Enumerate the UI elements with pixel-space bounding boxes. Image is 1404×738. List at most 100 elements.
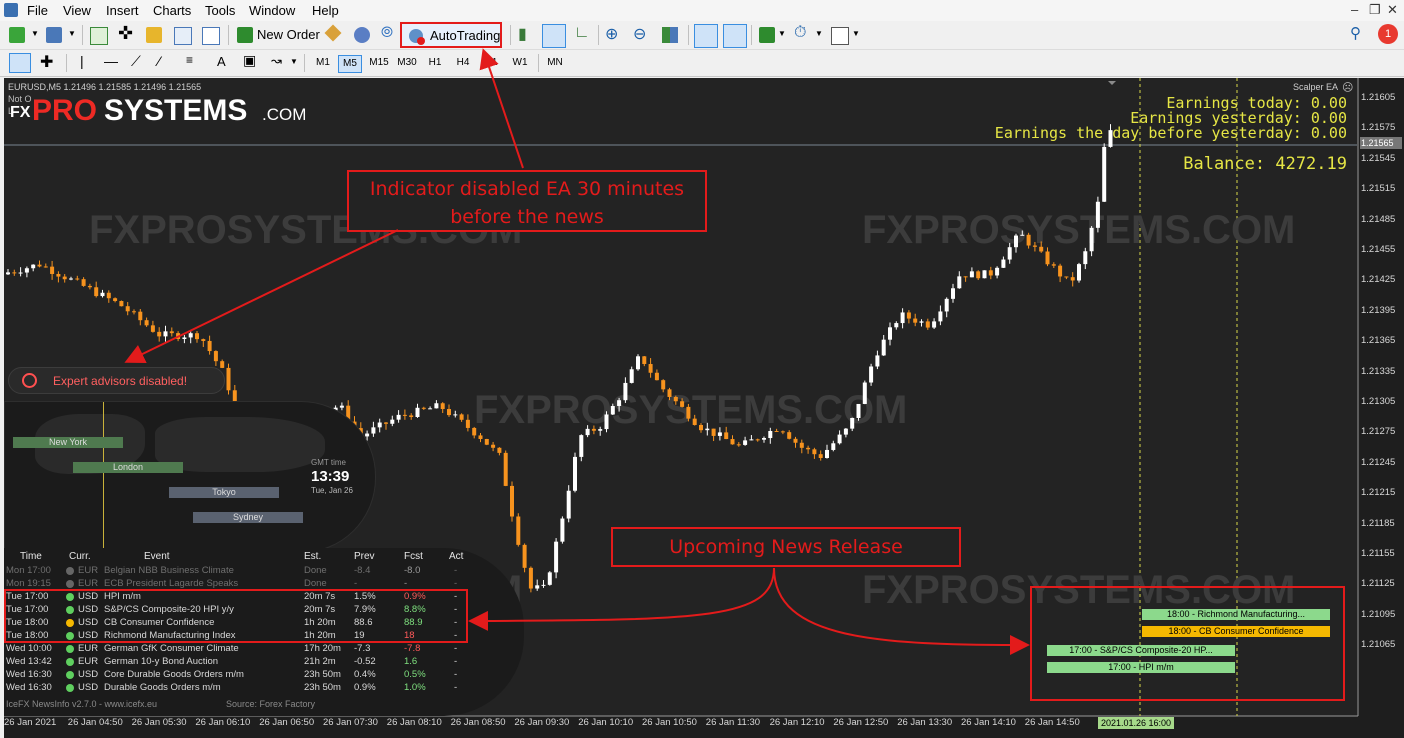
news-cell-fcst: 1.0%: [404, 682, 426, 693]
templates-dropdown-icon[interactable]: ▼: [852, 29, 860, 38]
indicators-dropdown-icon[interactable]: ▼: [778, 29, 786, 38]
trendline-icon[interactable]: ⟋: [131, 53, 141, 70]
strategy-tester-icon[interactable]: [202, 27, 220, 45]
horizontal-line-icon[interactable]: —: [104, 53, 118, 69]
line-chart-icon[interactable]: ∟: [574, 24, 590, 42]
market-watch-icon[interactable]: [90, 27, 108, 45]
tf-mn[interactable]: MN: [543, 55, 567, 71]
tf-m30[interactable]: M30: [394, 55, 420, 71]
tf-h4[interactable]: H4: [452, 55, 474, 71]
tf-w1[interactable]: W1: [509, 55, 531, 71]
time-tick: 26 Jan 08:10: [386, 717, 442, 728]
candle-bear: [654, 372, 659, 381]
profiles-dropdown-icon[interactable]: ▼: [68, 29, 76, 38]
close-icon[interactable]: ✕: [1387, 2, 1398, 18]
news-cell-fcst: -8.0: [404, 565, 421, 576]
chart-window[interactable]: FXPROSYSTEMS.COM FXPROSYSTEMS.COM FXPROSYS…: [4, 78, 1404, 738]
news-row[interactable]: Wed 13:42 EUR German 10-y Bond Auction 21h …: [4, 656, 474, 669]
vertical-line-icon[interactable]: |: [80, 53, 84, 69]
menu-insert[interactable]: Insert: [106, 3, 139, 18]
candle-bull: [856, 403, 861, 419]
new-order-icon[interactable]: [237, 27, 253, 43]
news-row[interactable]: Wed 16:30 USD Core Durable Goods Orders m/…: [4, 669, 474, 682]
candle-bull: [944, 298, 949, 312]
arrows-icon[interactable]: ↝: [271, 53, 282, 69]
crosshair-nav-icon[interactable]: ✜: [118, 23, 133, 44]
metaeditor-icon[interactable]: [324, 24, 342, 42]
indicators-icon[interactable]: [759, 27, 775, 43]
tile-windows-icon[interactable]: [662, 27, 678, 43]
highlighted-news-rows: [4, 589, 468, 643]
tf-d1[interactable]: D1: [480, 55, 502, 71]
broadcast-icon[interactable]: ⦾: [381, 24, 393, 41]
candlestick-chart-icon[interactable]: [542, 24, 566, 48]
text-label-icon[interactable]: ▣: [243, 52, 256, 69]
menu-tools[interactable]: Tools: [205, 3, 235, 18]
candle-bear: [169, 331, 174, 334]
arrows-dropdown-icon[interactable]: ▼: [290, 57, 298, 66]
news-bar-hpi: 17:00 - HPI m/m: [1047, 662, 1235, 673]
autoscroll-icon[interactable]: [694, 24, 718, 48]
tf-h1[interactable]: H1: [424, 55, 446, 71]
text-icon[interactable]: A: [217, 54, 226, 69]
menu-file[interactable]: File: [27, 3, 48, 18]
candle-bear: [176, 333, 181, 339]
candle-bull: [18, 272, 23, 274]
news-cell-event: ECB President Lagarde Speaks: [104, 578, 239, 589]
minimize-icon[interactable]: –: [1351, 2, 1358, 17]
tf-m1[interactable]: M1: [312, 55, 334, 71]
zoom-in-icon[interactable]: ⊕: [605, 24, 618, 44]
zoom-out-icon[interactable]: ⊖: [633, 24, 646, 44]
news-row[interactable]: Wed 16:30 USD Durable Goods Orders m/m 23h …: [4, 682, 474, 695]
candle-bull: [365, 433, 370, 437]
price-tick: 1.21335: [1361, 365, 1396, 377]
candle-bear: [37, 264, 42, 267]
tf-m15[interactable]: M15: [366, 55, 392, 71]
menu-charts[interactable]: Charts: [153, 3, 191, 18]
news-row[interactable]: Mon 17:00 EUR Belgian NBB Business Climate…: [4, 565, 474, 578]
autotrading-button[interactable]: AutoTrading: [400, 22, 502, 48]
new-chart-dropdown-icon[interactable]: ▼: [31, 29, 39, 38]
sessions-map-panel: New York London Tokyo Sydney GMT time 13…: [4, 401, 376, 553]
bar-chart-icon[interactable]: ▮: [518, 24, 527, 44]
news-cell-event: German 10-y Bond Auction: [104, 656, 219, 667]
price-tick: 1.21545: [1361, 152, 1396, 164]
periods-dropdown-icon[interactable]: ▼: [815, 29, 823, 38]
candle-bear: [528, 567, 533, 589]
chart-shift-icon[interactable]: [723, 24, 747, 48]
menu-view[interactable]: View: [63, 3, 91, 18]
news-cell-event: German GfK Consumer Climate: [104, 643, 239, 654]
crosshair-icon[interactable]: ✚: [40, 52, 53, 72]
new-chart-icon[interactable]: [9, 27, 25, 43]
favorites-icon[interactable]: [146, 27, 162, 43]
tf-m5[interactable]: M5: [338, 55, 362, 73]
candle-bull: [182, 337, 187, 339]
candle-bear: [686, 406, 691, 419]
candle-bull: [869, 366, 874, 383]
candle-bull: [163, 331, 168, 337]
news-cell-est: Done: [304, 565, 327, 576]
session-tokyo: Tokyo: [169, 487, 279, 498]
fibonacci-icon[interactable]: ≡: [186, 53, 193, 67]
time-tick: 26 Jan 11:30: [705, 717, 761, 728]
profiles-icon[interactable]: [46, 27, 62, 43]
cursor-icon[interactable]: [9, 53, 31, 73]
gmt-clock: 13:39: [311, 468, 350, 485]
news-cell-est: Done: [304, 578, 327, 589]
search-icon[interactable]: ⚲: [1350, 24, 1361, 42]
navigator-icon[interactable]: [174, 27, 192, 45]
news-row[interactable]: Wed 10:00 EUR German GfK Consumer Climate 1…: [4, 643, 474, 656]
menu-help[interactable]: Help: [312, 3, 339, 18]
price-tick: 1.21065: [1361, 639, 1396, 651]
candle-bear: [81, 279, 86, 286]
new-order-button[interactable]: New Order: [257, 27, 320, 42]
templates-icon[interactable]: [831, 27, 849, 45]
periods-icon[interactable]: ⏱: [794, 24, 806, 42]
signals-icon[interactable]: [354, 27, 370, 43]
ea-status-icon: ☹: [1342, 82, 1354, 94]
channel-icon[interactable]: ⁄: [158, 53, 160, 69]
restore-icon[interactable]: ❐: [1369, 2, 1381, 18]
candle-bull: [100, 292, 105, 297]
notification-badge[interactable]: 1: [1378, 24, 1398, 44]
menu-window[interactable]: Window: [249, 3, 295, 18]
